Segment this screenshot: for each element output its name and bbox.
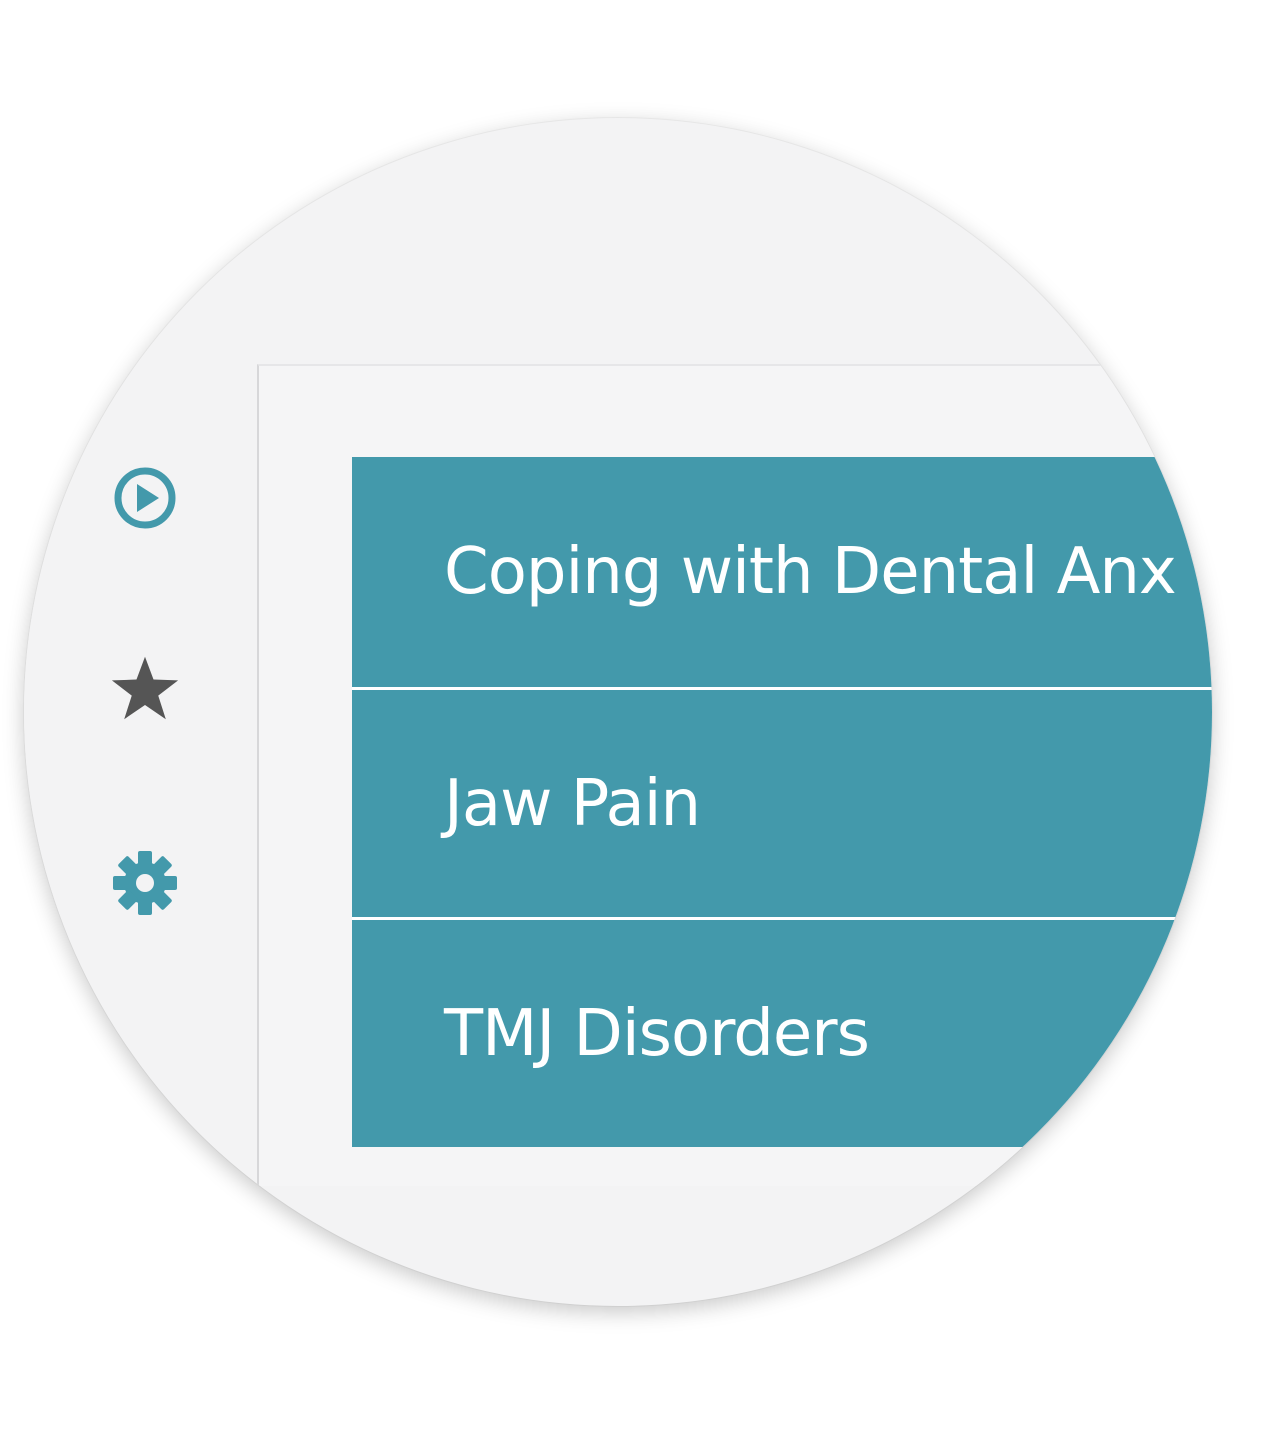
sidebar-item-settings[interactable]	[110, 848, 180, 918]
topic-item-jaw-pain[interactable]: Jaw Pain	[352, 687, 1212, 917]
sidebar-item-play[interactable]	[110, 463, 180, 533]
topic-label: Jaw Pain	[444, 766, 701, 841]
topic-list: Coping with Dental Anx Jaw Pain TMJ Diso…	[352, 457, 1212, 1147]
play-circle-icon	[114, 467, 176, 529]
sidebar-item-favorites[interactable]	[110, 653, 180, 723]
topic-item-tmj-disorders[interactable]: TMJ Disorders	[352, 917, 1212, 1147]
sidebar	[24, 118, 257, 1306]
star-icon	[111, 656, 179, 720]
screenshot-stage: Coping with Dental Anx Jaw Pain TMJ Diso…	[0, 0, 1280, 1436]
topic-label: Coping with Dental Anx	[444, 535, 1177, 609]
gear-icon	[113, 851, 177, 915]
topic-item-dental-anxiety[interactable]: Coping with Dental Anx	[352, 457, 1212, 687]
topic-label: TMJ Disorders	[444, 996, 870, 1071]
zoom-lens: Coping with Dental Anx Jaw Pain TMJ Diso…	[24, 118, 1212, 1306]
